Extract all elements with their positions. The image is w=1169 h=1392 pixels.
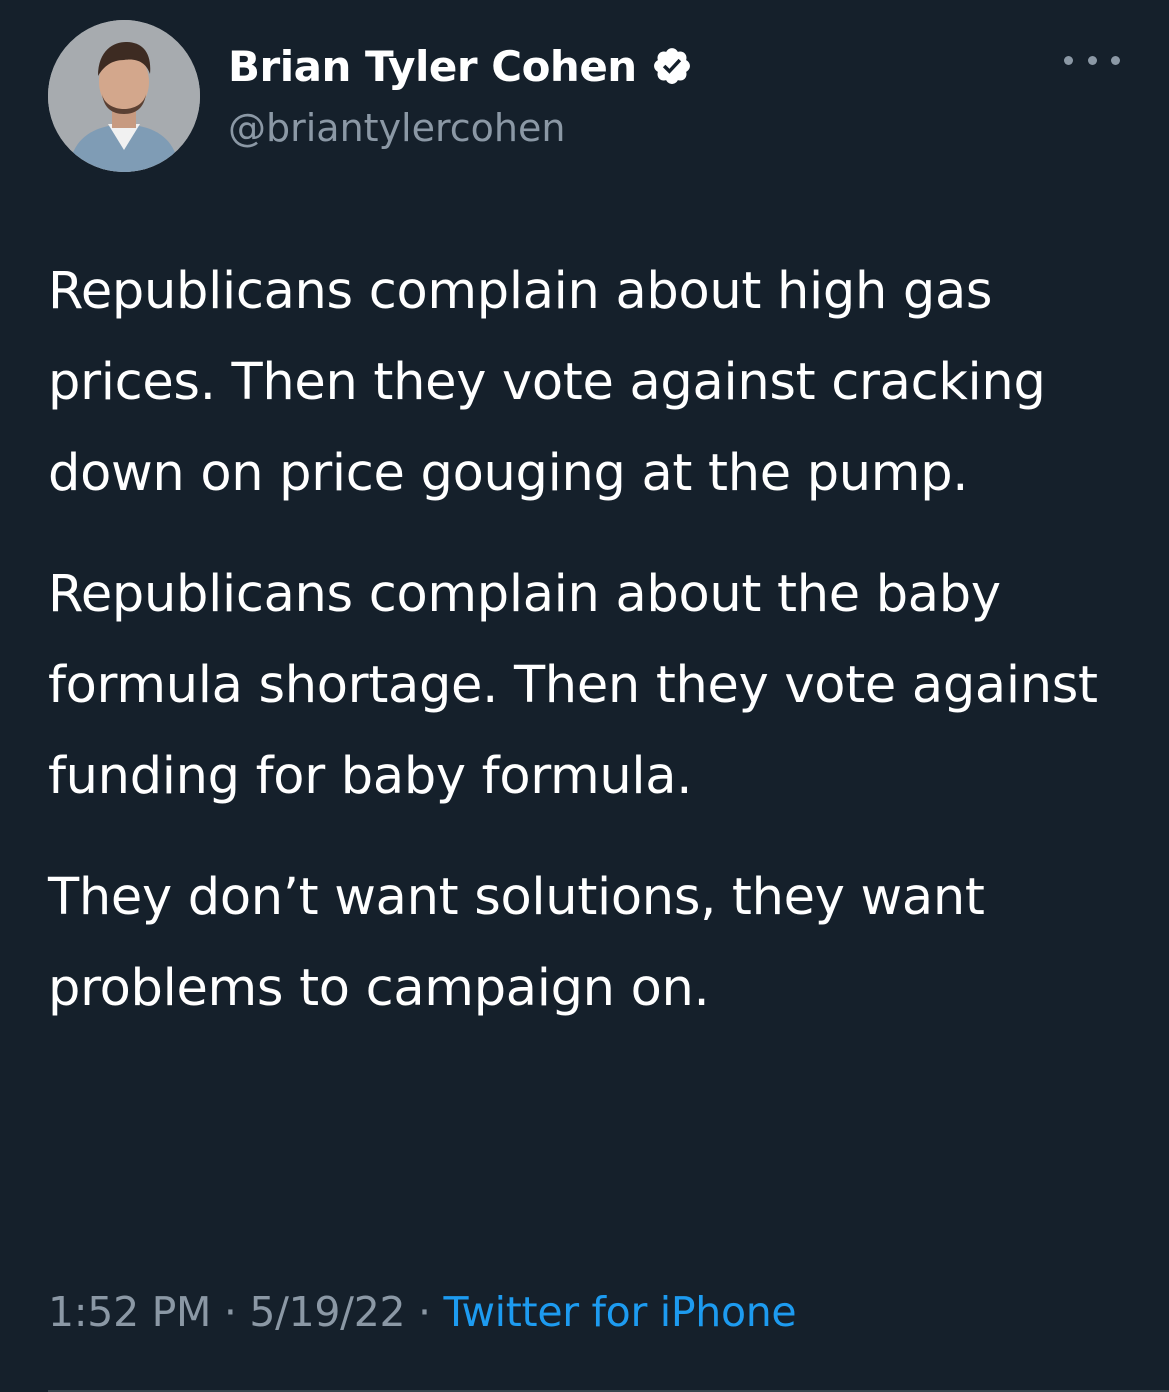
user-handle[interactable]: @briantylercohen [228,106,565,150]
tweet-date[interactable]: 5/19/22 [249,1288,405,1336]
meta-separator: · [211,1288,250,1336]
verified-badge-icon [651,45,693,87]
tweet-header: Brian Tyler Cohen @briantylercohen [48,20,1128,172]
avatar-image [48,20,200,172]
tweet-paragraph: Republicans complain about high gas pric… [48,262,1046,503]
more-options-icon[interactable] [1064,50,1120,70]
more-dot [1064,55,1073,65]
tweet-meta: 1:52 PM · 5/19/22 · Twitter for iPhone [48,1288,797,1336]
more-dot [1111,55,1120,65]
tweet-time[interactable]: 1:52 PM [48,1288,211,1336]
tweet-text: Republicans complain about high gas pric… [48,246,1138,1064]
name-row: Brian Tyler Cohen [228,38,693,94]
avatar[interactable] [48,20,200,172]
display-name[interactable]: Brian Tyler Cohen [228,42,637,91]
meta-separator: · [405,1288,444,1336]
more-dot [1087,55,1097,65]
tweet-paragraph: They don’t want solutions, they want pro… [48,868,985,1018]
tweet-card: Brian Tyler Cohen @briantylercohen Repub… [0,0,1169,1392]
tweet-paragraph: Republicans complain about the baby form… [48,565,1098,806]
tweet-source-link[interactable]: Twitter for iPhone [443,1288,796,1336]
